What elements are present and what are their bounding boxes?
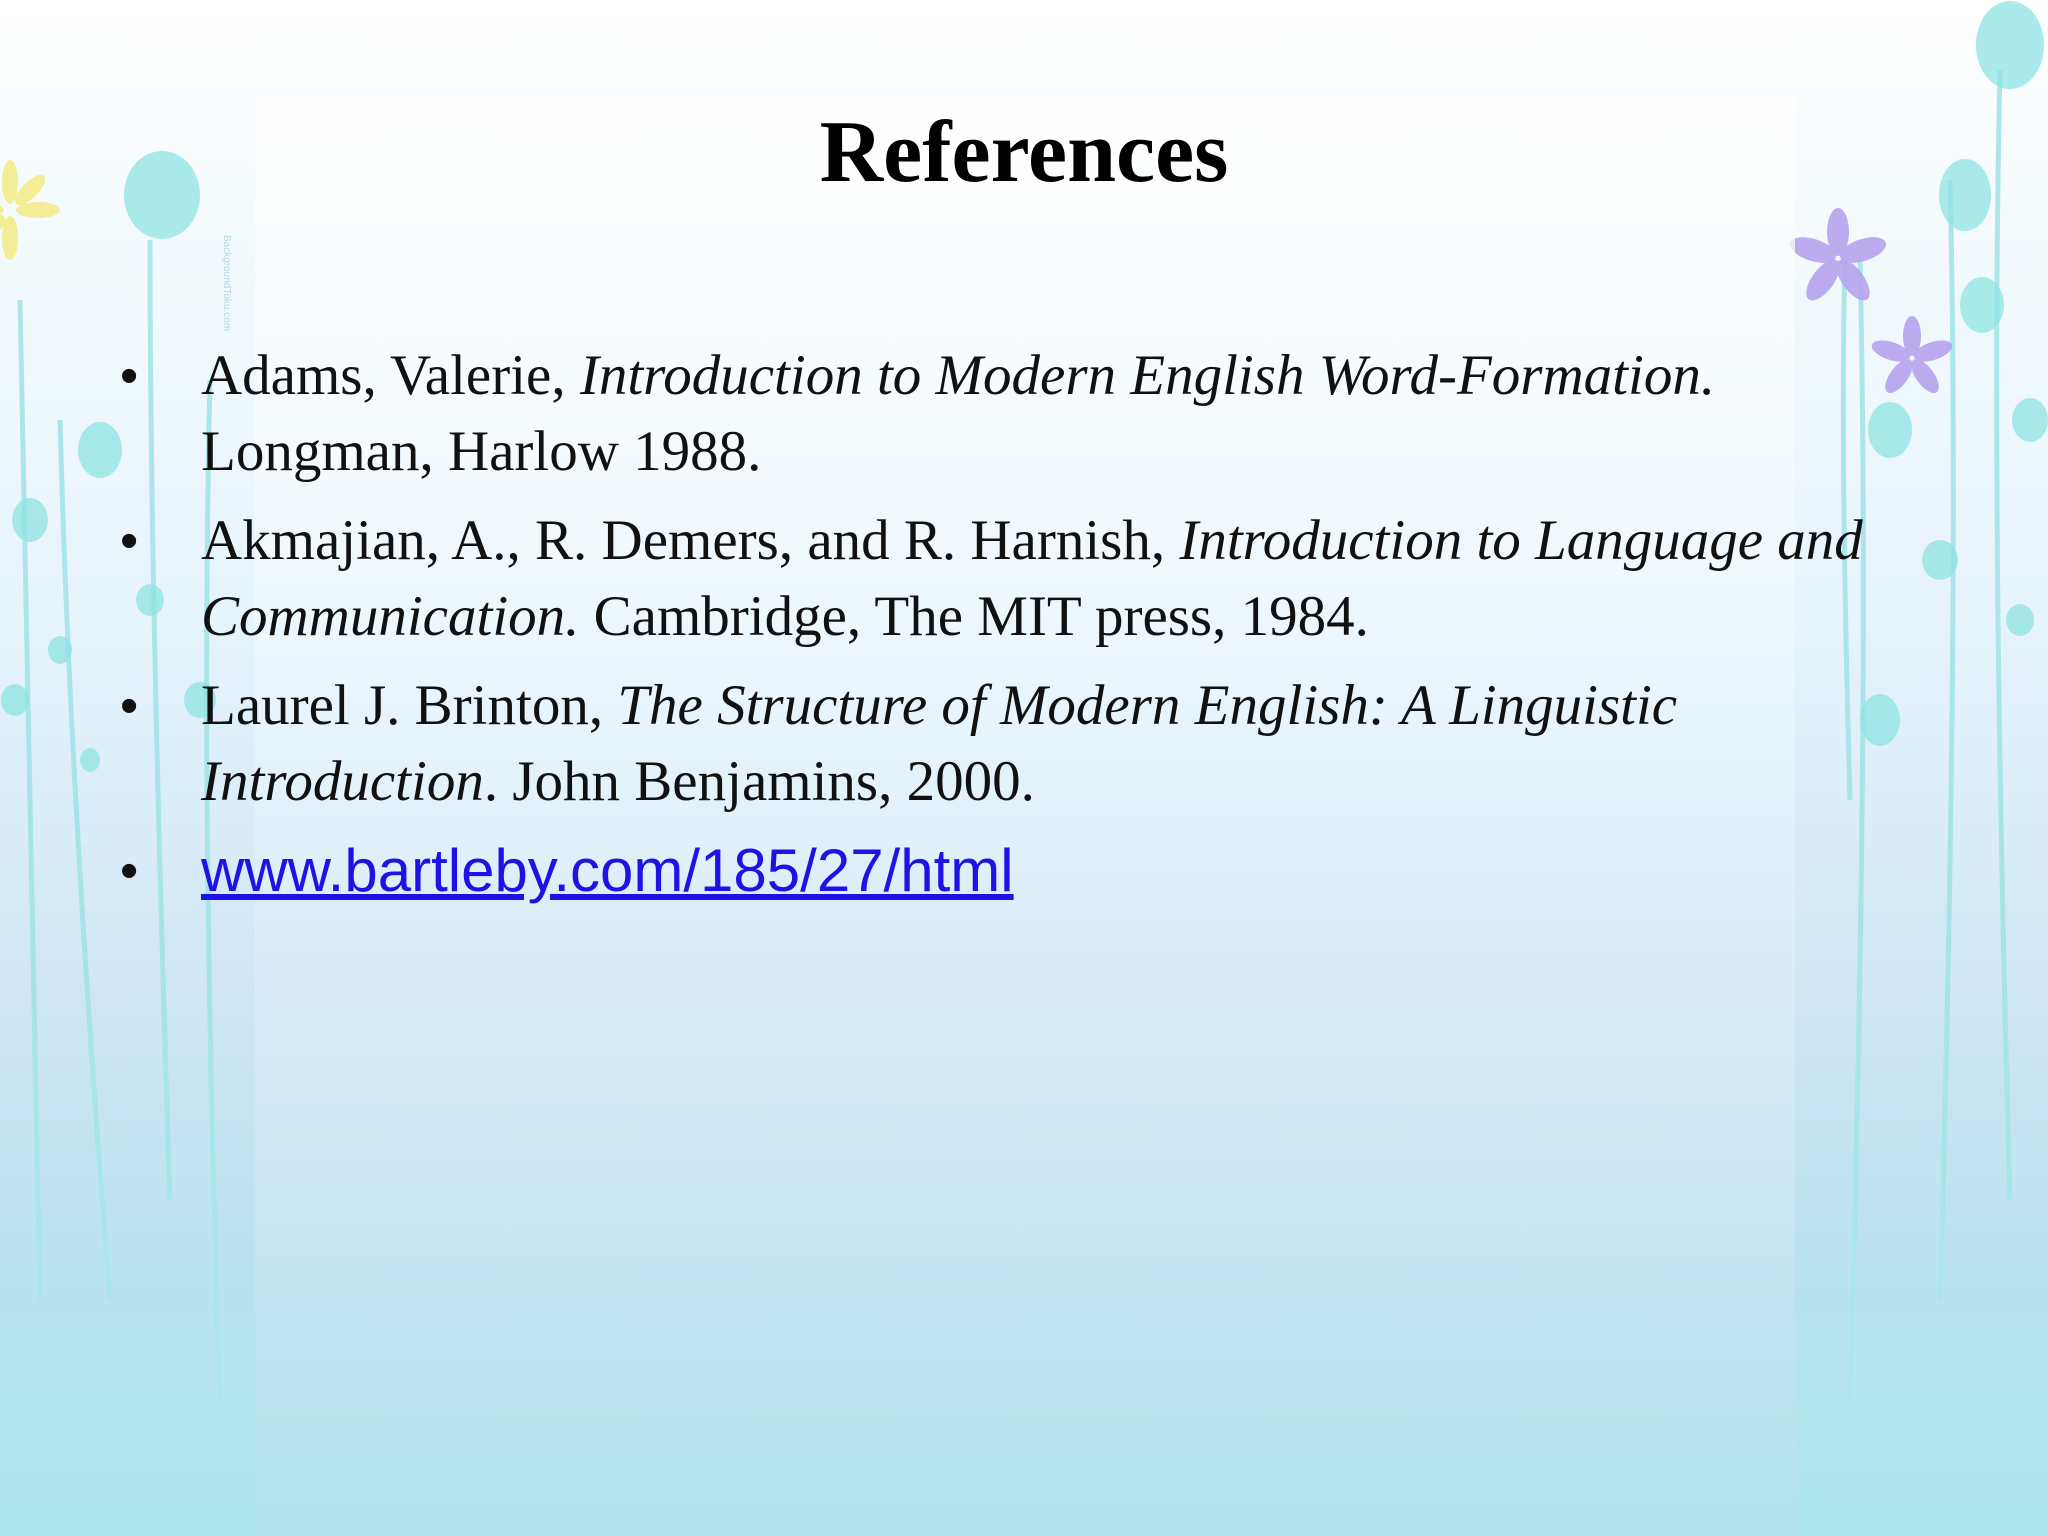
- reference-author: Laurel J. Brinton,: [201, 674, 618, 737]
- reference-list: • Adams, Valerie, Introduction to Modern…: [120, 338, 1950, 924]
- watermark: BackgroundToku.com: [221, 235, 232, 332]
- list-item: • Akmajian, A., R. Demers, and R. Harnis…: [120, 503, 1950, 655]
- list-item: • www.bartleby.com/185/27/html: [120, 833, 1950, 911]
- reference-publication: . John Benjamins, 2000.: [483, 750, 1035, 813]
- flower-icon: [1789, 208, 1887, 301]
- bullet-icon: •: [120, 842, 139, 900]
- reference-publication: Cambridge, The MIT press, 1984.: [579, 585, 1369, 648]
- bullet-icon: •: [120, 677, 139, 735]
- bullet-icon: •: [120, 512, 139, 570]
- reference-work: Introduction to Modern English Word-Form…: [579, 344, 1716, 407]
- reference-author: Akmajian, A., R. Demers, and R. Harnish,: [201, 509, 1180, 572]
- bullet-icon: •: [120, 347, 139, 405]
- reference-publication: Longman, Harlow 1988.: [201, 420, 762, 483]
- reference-link[interactable]: www.bartleby.com/185/27/html: [201, 837, 1014, 904]
- list-item: • Laurel J. Brinton, The Structure of Mo…: [120, 668, 1950, 820]
- list-item: • Adams, Valerie, Introduction to Modern…: [120, 338, 1950, 490]
- page-title: References: [819, 104, 1229, 201]
- reference-author: Adams, Valerie,: [201, 344, 580, 407]
